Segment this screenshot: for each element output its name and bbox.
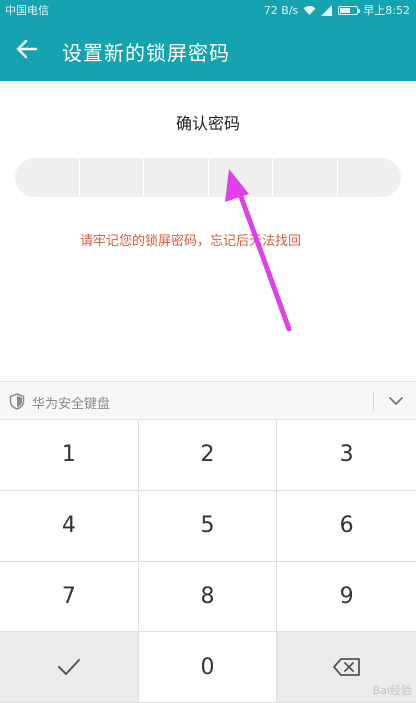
app-bar: 设置新的锁屏密码 xyxy=(0,18,416,81)
clock: 早上8:52 xyxy=(363,4,410,17)
battery-level xyxy=(340,7,350,13)
network-speed: 72 B/s xyxy=(263,3,299,17)
pointer-arrow-annotation xyxy=(225,169,292,332)
page-title: 设置新的锁屏密码 xyxy=(62,41,230,65)
wifi-icon xyxy=(303,5,316,15)
key-8[interactable]: 8 xyxy=(138,561,278,633)
key-9[interactable]: 9 xyxy=(277,562,416,633)
arrow-left-icon[interactable] xyxy=(14,36,40,62)
status-bar: 中国电信 72 B/s 早上8:52 xyxy=(0,0,416,18)
delete-key[interactable]: Bai经验 xyxy=(277,632,416,703)
key-1[interactable]: 1 xyxy=(0,420,139,491)
key-6[interactable]: 6 xyxy=(277,491,416,562)
battery-icon xyxy=(338,5,361,15)
signal-icon xyxy=(321,4,333,16)
keyboard-name: 华为安全键盘 xyxy=(32,397,111,412)
key-3[interactable]: 3 xyxy=(277,420,416,491)
watermark: Bai经验 xyxy=(372,684,412,697)
key-7[interactable]: 7 xyxy=(0,561,139,633)
key-5[interactable]: 5 xyxy=(138,490,278,562)
confirm-key[interactable] xyxy=(0,632,139,703)
key-4[interactable]: 4 xyxy=(0,490,139,562)
keyboard-header: 华为安全键盘 xyxy=(0,381,416,420)
key-0[interactable]: 0 xyxy=(138,632,278,703)
status-bar-right: 72 B/s 早上8:52 xyxy=(264,2,410,18)
keyboard-header-divider xyxy=(373,391,374,411)
content-area: 确认密码 请牢记您的锁屏密码，忘记后无法找回 xyxy=(0,81,416,381)
carrier-name: 中国电信 xyxy=(5,4,49,17)
backspace-icon xyxy=(332,658,360,677)
checkmark-icon xyxy=(57,659,80,676)
chevron-down-icon[interactable] xyxy=(388,394,404,408)
numeric-keypad: 1 2 3 4 5 6 7 8 9 0 Bai经验 xyxy=(0,420,416,703)
key-2[interactable]: 2 xyxy=(138,420,278,491)
shield-icon xyxy=(9,393,25,410)
